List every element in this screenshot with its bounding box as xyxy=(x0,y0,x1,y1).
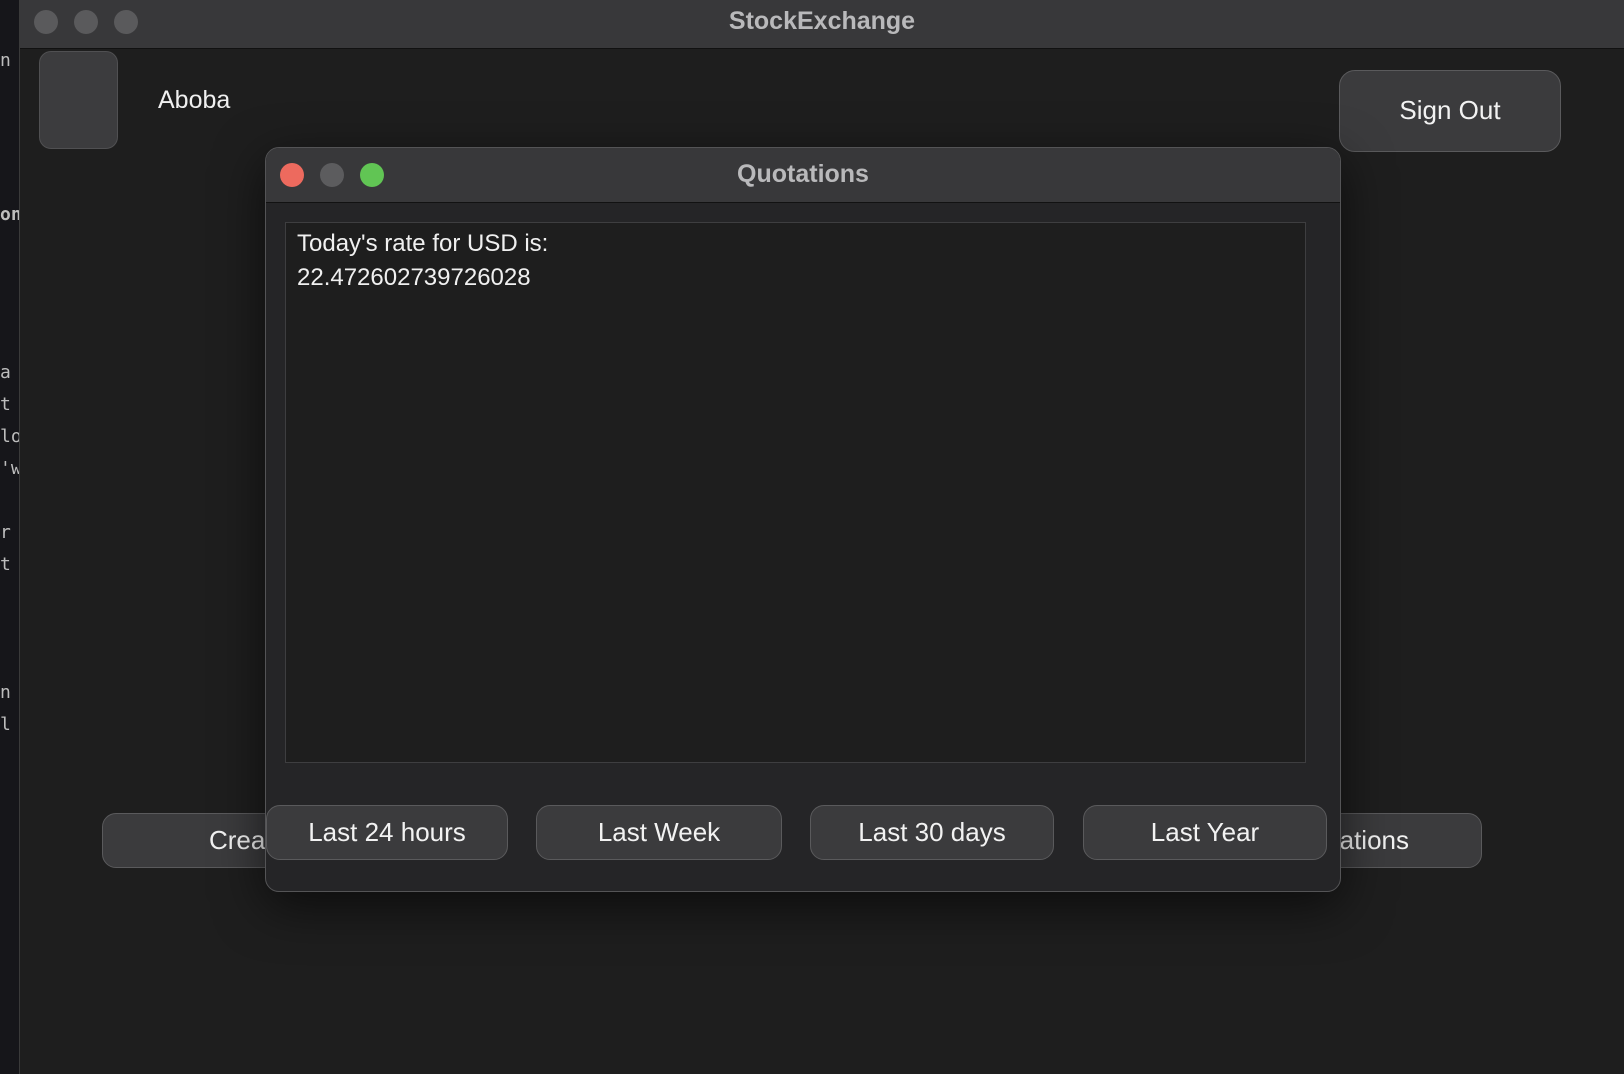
rate-text-area[interactable]: Today's rate for USD is: 22.472602739726… xyxy=(285,222,1306,763)
code-line: on xyxy=(0,204,19,225)
avatar[interactable] xyxy=(39,51,118,149)
code-line: t xyxy=(0,394,11,415)
sign-out-button[interactable]: Sign Out xyxy=(1339,70,1561,152)
quotations-window: Quotations Today's rate for USD is: 22.4… xyxy=(265,147,1341,892)
create-button-label: Crea xyxy=(209,825,266,855)
last-year-button[interactable]: Last Year xyxy=(1083,805,1327,860)
code-line: a xyxy=(0,362,11,383)
main-titlebar: StockExchange xyxy=(20,0,1624,49)
code-line: lo xyxy=(0,426,19,447)
code-line: r xyxy=(0,522,11,543)
code-line: n xyxy=(0,50,11,71)
rate-label: Today's rate for USD is: xyxy=(297,230,549,257)
background-editor-window: n on a t lo 'w r t n l xyxy=(0,0,19,1074)
code-line: t xyxy=(0,554,11,575)
code-line: 'w xyxy=(0,458,19,479)
main-window-title: StockExchange xyxy=(728,7,916,35)
code-line: l xyxy=(0,714,11,735)
quotations-titlebar: Quotations xyxy=(266,148,1340,203)
rate-text: Today's rate for USD is: 22.472602739726… xyxy=(297,227,548,295)
last-week-button[interactable]: Last Week xyxy=(536,805,782,860)
username-label: Aboba xyxy=(158,86,231,114)
code-line: n xyxy=(0,682,11,703)
last-30-days-button[interactable]: Last 30 days xyxy=(810,805,1054,860)
rate-value: 22.472602739726028 xyxy=(297,264,531,291)
last-24-hours-button[interactable]: Last 24 hours xyxy=(266,805,508,860)
quotations-title: Quotations xyxy=(737,160,869,188)
